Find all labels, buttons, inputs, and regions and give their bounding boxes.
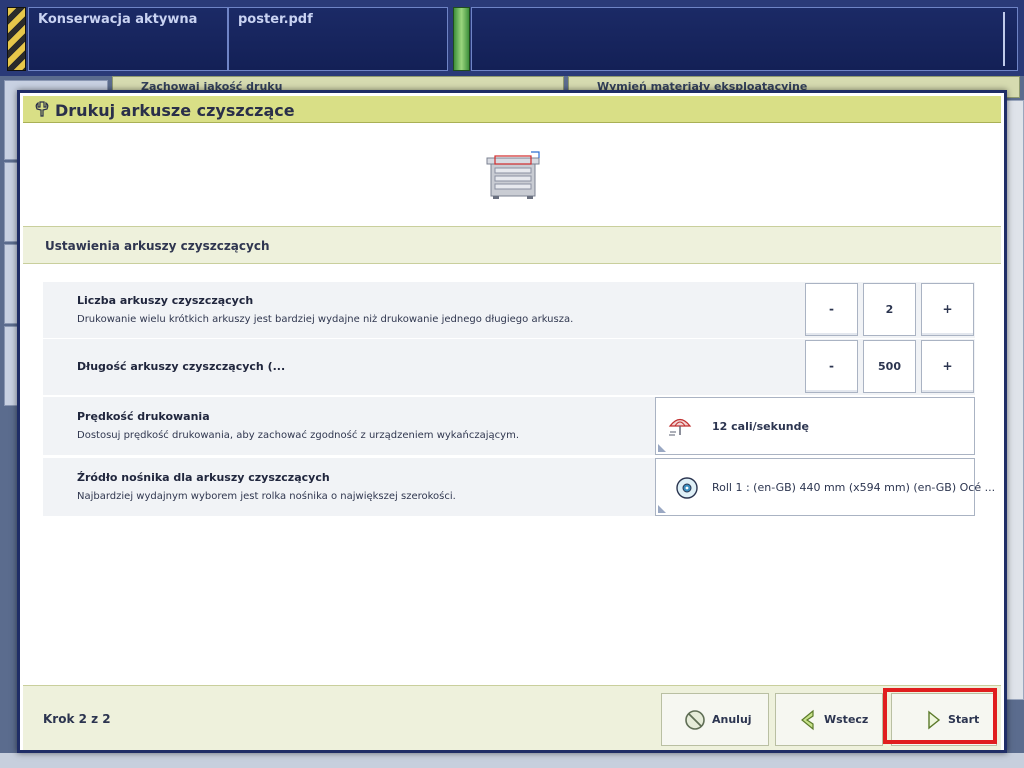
printer-illustration-icon [486,151,540,199]
setting-title: Długość arkuszy czyszczących (... [77,360,286,373]
job-name: poster.pdf [238,12,313,27]
setting-description: Najbardziej wydajnym wyborem jest rolka … [77,491,456,502]
cancel-icon [685,710,705,730]
status-text: Konserwacja aktywna [38,12,198,27]
sheet-length-value[interactable]: 500 [863,340,916,393]
cancel-label: Anuluj [712,713,752,726]
divider [1003,12,1005,66]
bg-bottom-strip [0,753,1024,768]
back-button[interactable]: Wstecz [775,693,883,746]
status-panel[interactable]: Konserwacja aktywna [28,7,228,71]
dialog-title: Drukuj arkusze czyszczące [55,101,295,120]
section-title: Ustawienia arkuszy czyszczących [45,239,270,253]
setting-row-media-source: Źródło nośnika dla arkuszy czyszczących … [43,458,995,516]
setting-row-print-speed: Prędkość drukowania Dostosuj prędkość dr… [43,397,975,455]
dropdown-corner-icon [658,444,666,452]
queue-panel[interactable] [471,7,1018,71]
media-roll-icon [676,477,698,499]
media-source-value: Roll 1 : (en-GB) 440 mm (x594 mm) (en-GB… [712,481,996,494]
setting-description: Dostosuj prędkość drukowania, aby zachow… [77,430,520,441]
sheet-count-value[interactable]: 2 [863,283,916,336]
increase-button[interactable]: + [921,283,974,336]
dialog-header: Drukuj arkusze czyszczące [23,96,1001,123]
media-source-selector[interactable]: Roll 1 : (en-GB) 440 mm (x594 mm) (en-GB… [655,458,995,516]
print-cleaning-sheets-dialog: Drukuj arkusze czyszczące Ustawienia ark… [17,90,1007,753]
back-label: Wstecz [824,713,869,726]
increase-button[interactable]: + [921,340,974,393]
step-indicator: Krok 2 z 2 [43,712,111,726]
settings-section-header: Ustawienia arkuszy czyszczących [23,226,1001,264]
maintenance-warning-stripes [7,7,26,71]
setting-title: Prędkość drukowania [77,410,210,423]
decrease-button[interactable]: - [805,283,858,336]
chevron-left-icon [801,709,814,731]
cancel-button[interactable]: Anuluj [661,693,769,746]
setting-title: Liczba arkuszy czyszczących [77,294,254,307]
dialog-footer: Krok 2 z 2 Anuluj Wstecz Start [23,685,1001,750]
setting-row-sheet-length: Długość arkuszy czyszczących (... - 500 … [43,339,975,395]
setting-row-sheet-count: Liczba arkuszy czyszczących Drukowanie w… [43,282,975,338]
bg-panel-edge [1006,100,1024,700]
printer-status-indicator [453,7,470,71]
job-panel[interactable]: poster.pdf [228,7,448,71]
print-speed-value: 12 cali/sekundę [712,420,809,433]
decrease-button[interactable]: - [805,340,858,393]
print-speed-selector[interactable]: 12 cali/sekundę [655,397,975,455]
setting-description: Drukowanie wielu krótkich arkuszy jest b… [77,314,574,325]
dropdown-corner-icon [658,505,666,513]
umbrella-speed-icon [668,418,692,436]
start-button-highlight [883,688,997,744]
wrench-icon [35,101,49,117]
top-status-bar: Konserwacja aktywna poster.pdf [0,0,1024,76]
setting-title: Źródło nośnika dla arkuszy czyszczących [77,471,330,484]
